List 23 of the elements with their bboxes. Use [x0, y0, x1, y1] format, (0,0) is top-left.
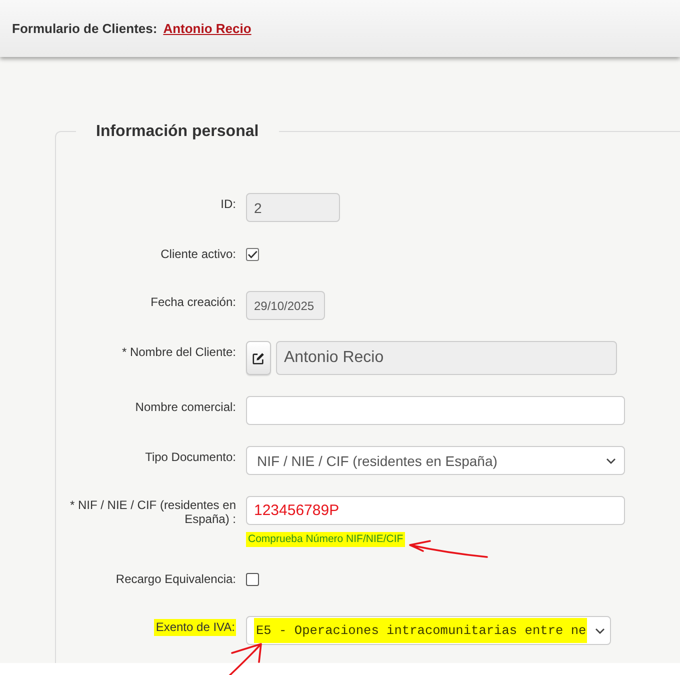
field-label: Fecha creación:: [150, 295, 236, 309]
field-label: Nombre comercial:: [135, 400, 236, 414]
field-label: Recargo Equivalencia:: [116, 572, 236, 586]
client-name-link[interactable]: Antonio Recio: [163, 21, 252, 36]
document-type-select[interactable]: NIF / NIE / CIF (residentes en España): [246, 446, 625, 475]
edit-button[interactable]: [246, 341, 271, 375]
chevron-down-icon: [606, 458, 616, 464]
page-title: Formulario de Clientes:: [12, 21, 158, 36]
chevron-down-icon: [595, 628, 605, 634]
field-label: * NIF / NIE / CIF (residentes en España) :: [68, 498, 236, 526]
vat-exemption-select[interactable]: E5 - Operaciones intracomunitarias entre ne: [246, 616, 611, 645]
nif-field[interactable]: 123456789P: [246, 496, 625, 525]
field-label: ID:: [220, 197, 236, 211]
field-label: Exento de IVA:: [154, 619, 236, 636]
field-label: Cliente activo:: [160, 247, 236, 261]
active-checkbox[interactable]: [246, 248, 259, 261]
field-label: Tipo Documento:: [145, 450, 236, 464]
surcharge-checkbox[interactable]: [246, 573, 259, 586]
field-label: * Nombre del Cliente:: [122, 345, 236, 359]
check-icon: [247, 249, 258, 260]
edit-icon: [252, 352, 265, 364]
trade-name-field[interactable]: [246, 396, 625, 425]
section-title: Información personal: [95, 122, 260, 141]
